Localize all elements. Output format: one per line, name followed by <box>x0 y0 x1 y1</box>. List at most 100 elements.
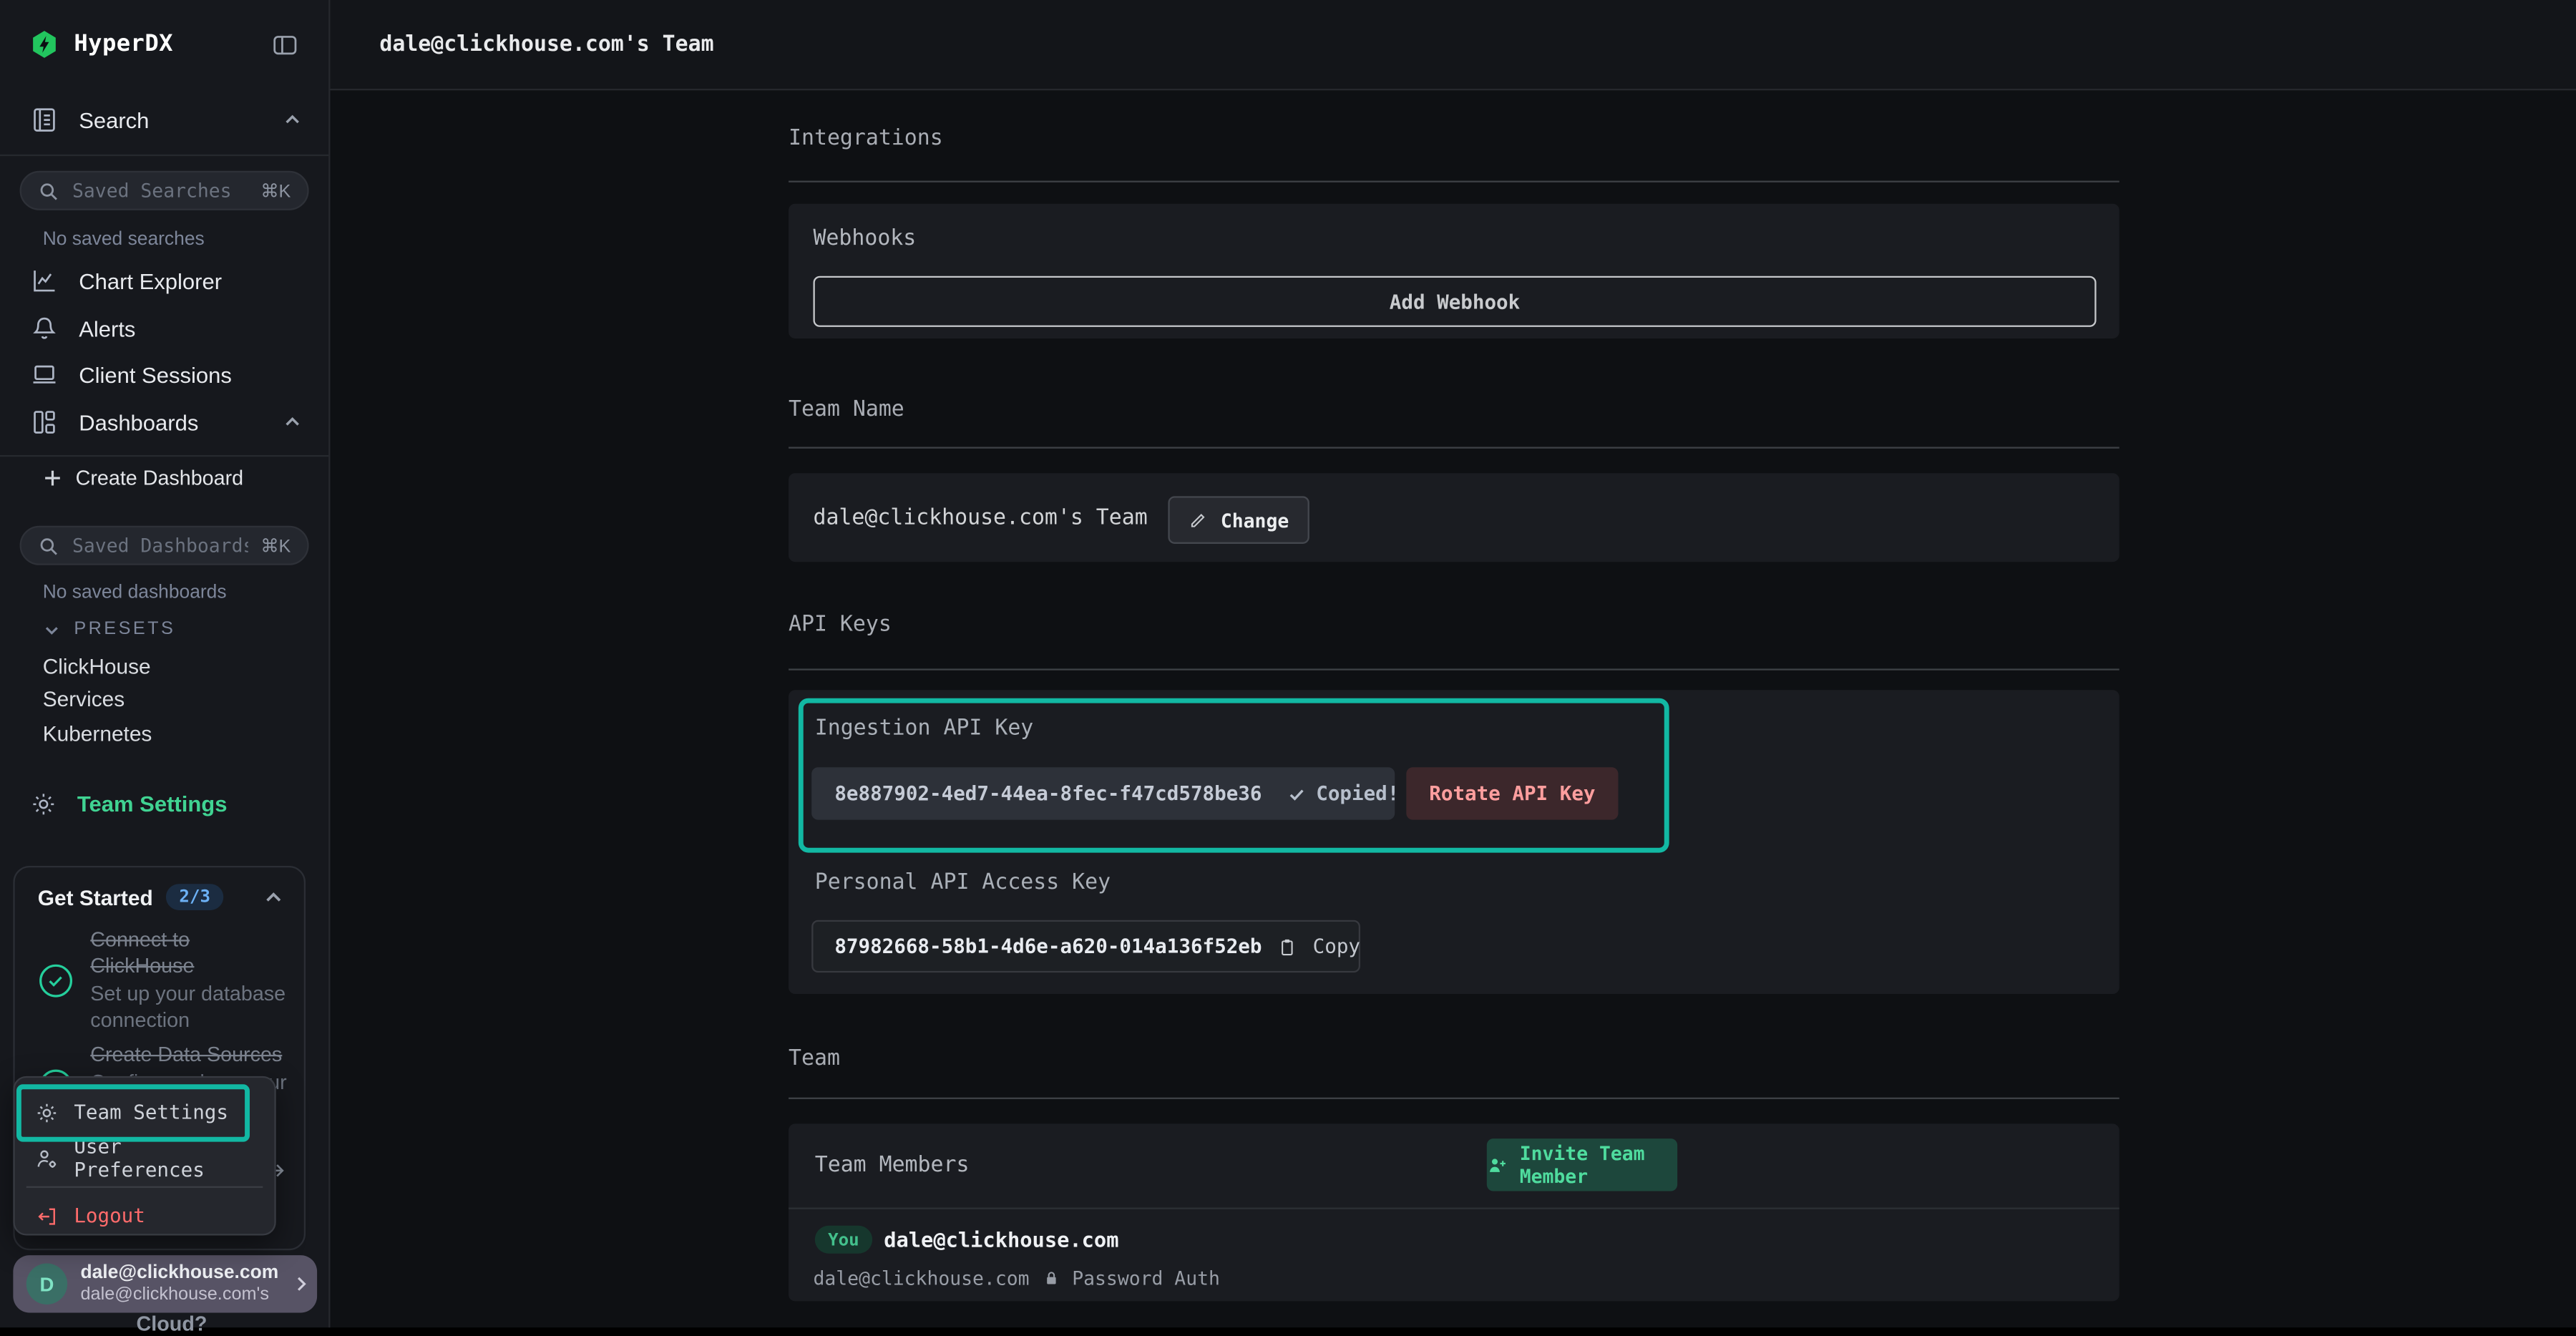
create-dashboard-label: Create Dashboard <box>76 467 244 489</box>
personal-key-value: 87982668-58b1-4d6e-a620-014a136f52eb <box>834 935 1262 957</box>
add-webhook-button[interactable]: Add Webhook <box>813 276 2096 327</box>
clipboard-icon <box>1277 936 1298 957</box>
sidebar-item-label: Chart Explorer <box>79 268 222 293</box>
get-started-header[interactable]: Get Started 2/3 <box>15 867 304 917</box>
section-rule <box>789 1098 2119 1099</box>
app-brand: HyperDX <box>74 31 173 58</box>
chevron-up-icon <box>283 412 303 432</box>
menu-divider <box>26 1186 263 1188</box>
team-name-value: dale@clickhouse.com's Team <box>813 506 1147 530</box>
webhooks-card: Webhooks Add Webhook <box>789 204 2119 338</box>
chart-line-icon <box>29 266 59 296</box>
notebook-icon <box>29 105 59 135</box>
presets-label: PRESETS <box>74 620 175 640</box>
account-team: dale@clickhouse.com's <box>81 1285 279 1307</box>
sidebar-item-label: Client Sessions <box>79 362 232 386</box>
no-saved-searches-text: No saved searches <box>43 230 205 250</box>
sidebar-item-label: Alerts <box>79 316 135 341</box>
step-subtitle: Set up your database connection <box>90 983 291 1034</box>
api-keys-heading: API Keys <box>789 613 892 637</box>
saved-dashboards-input[interactable] <box>69 532 250 559</box>
change-team-name-button[interactable]: Change <box>1168 496 1308 544</box>
saved-dashboards-search[interactable]: ⌘K <box>20 526 309 565</box>
section-rule <box>789 181 2119 182</box>
get-started-step-connect[interactable]: Connect to ClickHouse Set up your databa… <box>38 927 291 1034</box>
rotate-api-key-button[interactable]: Rotate API Key <box>1406 767 1618 819</box>
member-name: dale@clickhouse.com <box>884 1227 1118 1252</box>
sidebar: HyperDX Search ⌘K No saved searches <box>0 0 330 1328</box>
team-heading: Team <box>789 1047 840 1071</box>
chevron-right-icon <box>292 1275 310 1293</box>
step-title: Create Data Sources <box>90 1042 301 1068</box>
personal-key-label: Personal API Access Key <box>815 871 1111 895</box>
account-context-menu: Team Settings User Preferences Logout <box>13 1076 275 1236</box>
team-settings-label: Team Settings <box>77 792 228 816</box>
progress-badge: 2/3 <box>166 884 223 910</box>
chevron-up-icon <box>263 887 284 908</box>
get-started-title: Get Started <box>38 884 153 909</box>
sidebar-item-alerts[interactable]: Alerts <box>29 314 302 343</box>
preset-kubernetes[interactable]: Kubernetes <box>43 721 152 746</box>
sidebar-item-dashboards[interactable]: Dashboards <box>29 407 302 437</box>
sidebar-item-search[interactable]: Search <box>29 105 302 135</box>
menu-item-user-preferences[interactable]: User Preferences <box>15 1135 275 1181</box>
search-icon <box>38 535 59 556</box>
lock-icon <box>1041 1268 1061 1288</box>
create-dashboard-button[interactable]: Create Dashboard <box>43 467 243 489</box>
personal-key-chip[interactable]: 87982668-58b1-4d6e-a620-014a136f52eb Cop… <box>811 920 1360 972</box>
sidebar-item-chart-explorer[interactable]: Chart Explorer <box>29 266 302 296</box>
ingestion-key-value: 8e887902-4ed7-44ea-8fec-f47cd578be36 <box>834 782 1262 805</box>
you-badge: You <box>815 1226 872 1254</box>
team-members-label: Team Members <box>815 1154 970 1178</box>
section-rule <box>789 668 2119 670</box>
sidebar-collapse-icon[interactable] <box>271 31 299 59</box>
preset-clickhouse[interactable]: ClickHouse <box>43 654 151 678</box>
avatar: D <box>26 1264 67 1305</box>
bell-icon <box>29 314 59 343</box>
sidebar-divider <box>0 455 328 457</box>
member-details: dale@clickhouse.com Password Auth <box>813 1267 1219 1289</box>
sidebar-divider <box>0 155 328 156</box>
ingestion-key-label: Ingestion API Key <box>815 716 1034 741</box>
menu-item-logout[interactable]: Logout <box>15 1193 275 1239</box>
main-area: dale@clickhouse.com's Team Integrations … <box>330 0 2576 1328</box>
shortcut-hint: ⌘K <box>260 535 291 556</box>
auth-method-label: Password Auth <box>1072 1267 1220 1289</box>
gear-icon <box>34 1100 59 1124</box>
copied-label: Copied! <box>1316 782 1399 805</box>
get-started-partial-text: Cloud? <box>137 1312 208 1335</box>
gear-icon <box>29 790 57 818</box>
app-logo: HyperDX <box>29 29 173 59</box>
sidebar-item-team-settings[interactable]: Team Settings <box>29 790 227 818</box>
sidebar-item-label: Search <box>79 107 149 132</box>
step-title: Connect to ClickHouse <box>90 927 291 979</box>
shortcut-hint: ⌘K <box>260 180 291 201</box>
hyperdx-logo-icon <box>29 29 59 59</box>
app-window: HyperDX Search ⌘K No saved searches <box>0 0 2576 1328</box>
page-title: dale@clickhouse.com's Team <box>379 33 713 57</box>
dashboard-grid-icon <box>29 407 59 437</box>
saved-searches-input[interactable] <box>69 177 250 204</box>
menu-item-label: Logout <box>74 1204 145 1227</box>
saved-searches-search[interactable]: ⌘K <box>20 171 309 210</box>
preset-services[interactable]: Services <box>43 687 125 711</box>
menu-item-label: Team Settings <box>74 1101 228 1123</box>
sidebar-item-client-sessions[interactable]: Client Sessions <box>29 360 302 389</box>
team-members-card: Team Members Invite Team Member You dale… <box>789 1123 2119 1301</box>
member-email: dale@clickhouse.com <box>813 1267 1029 1289</box>
account-chip[interactable]: D dale@clickhouse.com dale@clickhouse.co… <box>13 1255 317 1312</box>
check-circle-icon <box>38 962 74 999</box>
logout-icon <box>34 1204 59 1228</box>
page-header: dale@clickhouse.com's Team <box>330 0 2576 90</box>
invite-team-member-button[interactable]: Invite Team Member <box>1487 1138 1677 1191</box>
team-name-heading: Team Name <box>789 398 904 422</box>
check-icon <box>1288 784 1306 802</box>
menu-item-team-settings[interactable]: Team Settings <box>15 1089 275 1135</box>
presets-toggle[interactable]: PRESETS <box>43 620 176 640</box>
user-gear-icon <box>34 1146 59 1170</box>
search-icon <box>38 180 59 201</box>
ingestion-key-chip[interactable]: 8e887902-4ed7-44ea-8fec-f47cd578be36 Cop… <box>811 767 1395 819</box>
chevron-up-icon <box>283 110 303 130</box>
integrations-heading: Integrations <box>789 127 943 151</box>
chevron-down-icon <box>43 620 61 638</box>
